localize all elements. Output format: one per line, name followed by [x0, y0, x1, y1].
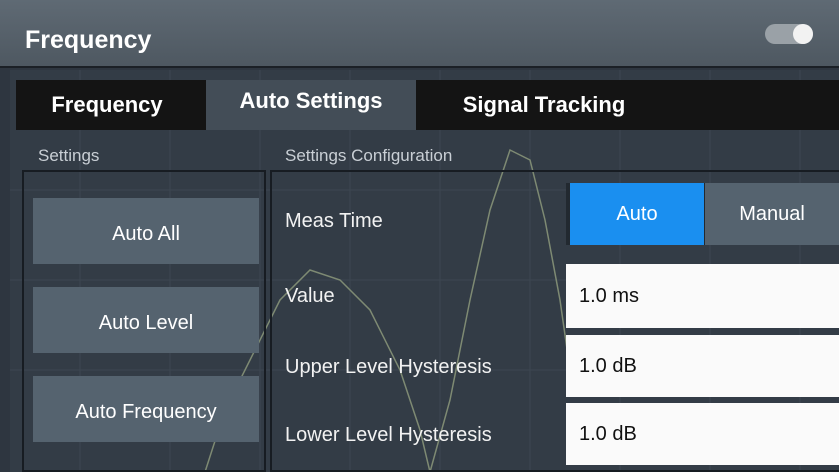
- settings-configuration-label: Settings Configuration: [285, 146, 453, 165]
- toggle-knob: [793, 24, 813, 44]
- tab-frequency[interactable]: Frequency: [16, 80, 198, 130]
- dialog-title: Frequency: [25, 26, 152, 54]
- meas-time-auto-option[interactable]: Auto: [570, 183, 704, 245]
- auto-frequency-button[interactable]: Auto Frequency: [33, 376, 259, 442]
- lower-level-hysteresis-label: Lower Level Hysteresis: [285, 424, 492, 446]
- upper-level-hysteresis-input[interactable]: 1.0 dB: [566, 335, 839, 397]
- value-input[interactable]: 1.0 ms: [566, 264, 839, 328]
- toggle-switch-icon[interactable]: [765, 24, 813, 44]
- value-label: Value: [285, 285, 335, 307]
- meas-time-manual-option[interactable]: Manual: [705, 183, 839, 245]
- meas-time-label: Meas Time: [285, 210, 383, 232]
- tab-bar: Frequency Auto Settings Signal Tracking: [16, 80, 839, 130]
- upper-level-hysteresis-label: Upper Level Hysteresis: [285, 356, 492, 378]
- dialog-titlebar[interactable]: Frequency: [0, 0, 839, 68]
- tab-auto-settings[interactable]: Auto Settings: [206, 80, 416, 130]
- settings-group-label: Settings: [38, 146, 100, 165]
- auto-level-button[interactable]: Auto Level: [33, 287, 259, 353]
- auto-all-button[interactable]: Auto All: [33, 198, 259, 264]
- lower-level-hysteresis-input[interactable]: 1.0 dB: [566, 403, 839, 465]
- tab-signal-tracking[interactable]: Signal Tracking: [424, 80, 664, 130]
